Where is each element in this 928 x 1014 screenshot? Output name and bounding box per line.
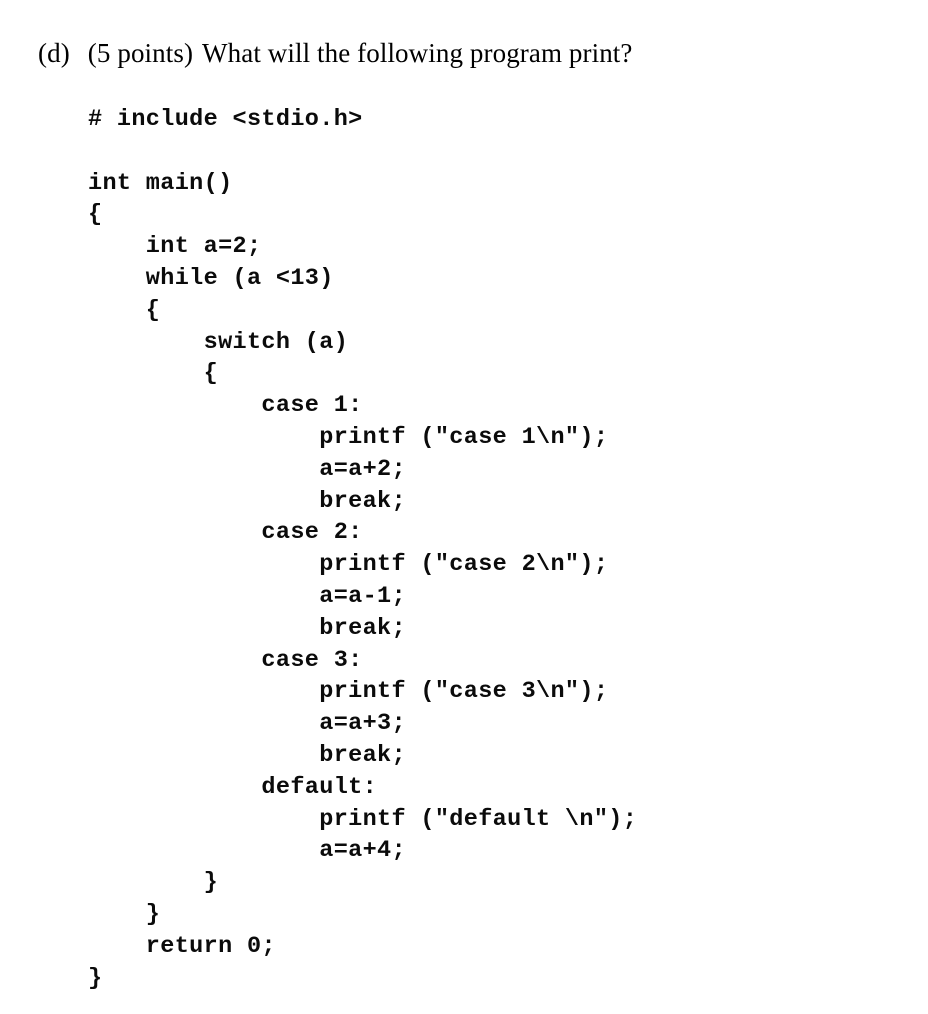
code-line: case 2:	[88, 519, 363, 547]
code-line: int a=2;	[88, 233, 262, 261]
code-line: {	[88, 296, 161, 324]
code-line: {	[88, 201, 103, 229]
code-line: while (a <13)	[88, 264, 334, 292]
code-line: break;	[88, 614, 406, 642]
code-line: printf ("case 2\n");	[88, 551, 609, 579]
code-line: }	[88, 964, 103, 992]
code-line: a=a+2;	[88, 455, 406, 483]
code-line: switch (a)	[88, 328, 349, 356]
code-line: return 0;	[88, 932, 276, 960]
code-line: a=a+4;	[88, 837, 406, 865]
code-line: default:	[88, 773, 378, 801]
code-line: a=a-1;	[88, 582, 406, 610]
code-line: # include <stdio.h>	[88, 106, 363, 133]
code-line: break;	[88, 487, 406, 515]
question-prompt-text: What will the following program print?	[202, 38, 633, 68]
code-line: break;	[88, 741, 406, 769]
code-line: }	[88, 900, 161, 928]
code-line: int main()	[88, 169, 233, 197]
code-line: case 1:	[88, 392, 363, 420]
question-header: (d) (5 points) What will the following p…	[38, 36, 633, 70]
code-line: printf ("case 3\n");	[88, 678, 609, 706]
code-line: printf ("case 1\n");	[88, 423, 609, 451]
code-line: printf ("default \n");	[88, 805, 638, 833]
question-points: (5 points)	[87, 38, 194, 68]
exam-question-page: { "question": { "label": "(d)", "points"…	[0, 0, 928, 1014]
code-line: case 3:	[88, 646, 363, 674]
code-listing: # include <stdio.h> int main(){ int a=2; …	[88, 104, 888, 994]
code-line: a=a+3;	[88, 710, 406, 738]
code-line: {	[88, 360, 219, 388]
code-line: }	[88, 869, 219, 897]
question-label: (d)	[38, 38, 70, 68]
